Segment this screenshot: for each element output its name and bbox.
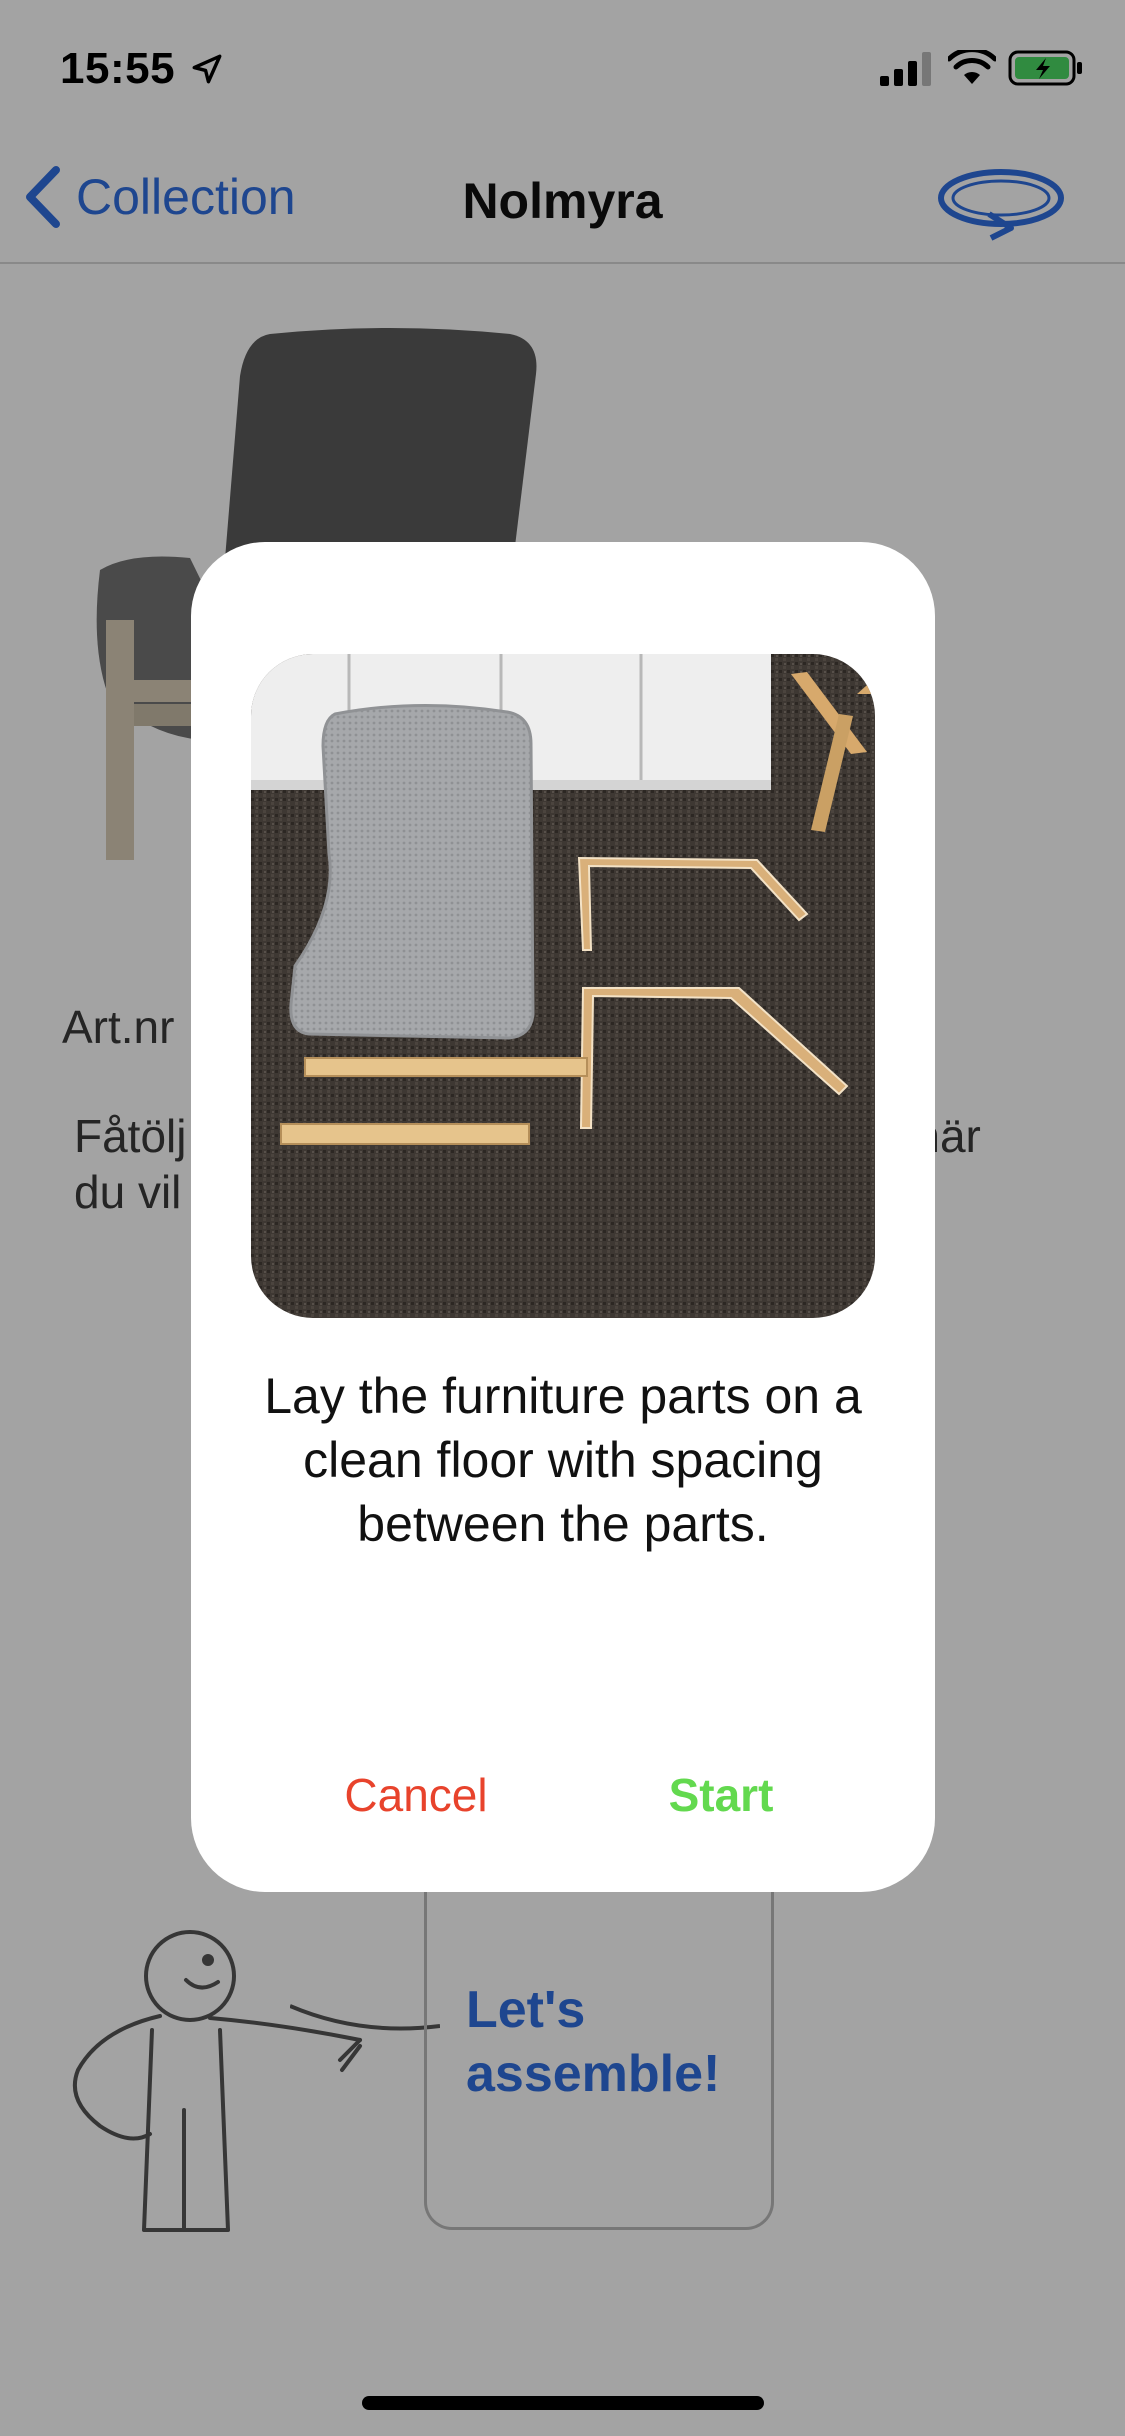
furniture-parts-illustration	[251, 654, 875, 1318]
instruction-modal: Lay the furniture parts on a clean floor…	[191, 542, 935, 1892]
furniture-parts-photo	[251, 654, 875, 1318]
home-indicator[interactable]	[362, 2396, 764, 2410]
cancel-button[interactable]: Cancel	[311, 1760, 521, 1830]
instruction-message: Lay the furniture parts on a clean floor…	[264, 1368, 862, 1552]
start-button[interactable]: Start	[621, 1760, 821, 1830]
